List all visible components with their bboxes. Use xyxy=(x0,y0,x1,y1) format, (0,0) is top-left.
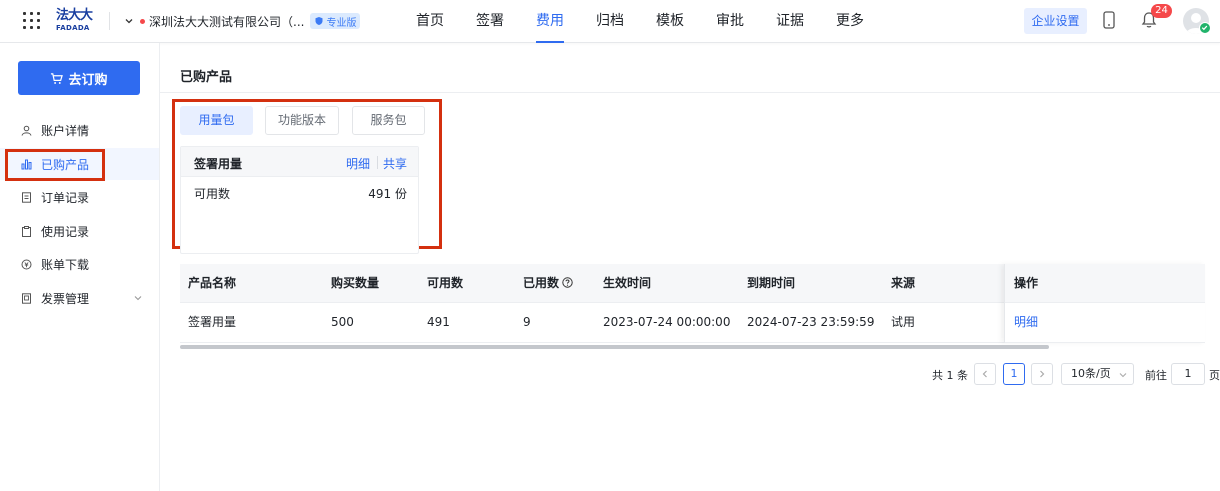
nav-archive[interactable]: 归档 xyxy=(587,0,633,43)
column-header: 操作 xyxy=(1014,276,1039,290)
top-bar: 法大大 FADADA 深圳法大大测试有限公司（... 专业版 首页 签署 费用 … xyxy=(0,0,1220,43)
nav-evidence[interactable]: 证据 xyxy=(767,0,813,43)
go-order-label: 去订购 xyxy=(68,72,108,88)
cell-source: 试用 xyxy=(891,315,916,329)
column-header: 购买数量 xyxy=(331,276,380,290)
logo[interactable]: 法大大 FADADA xyxy=(56,9,96,33)
sidebar-item-purchased[interactable]: 已购产品 xyxy=(0,148,159,180)
sidebar-item-label: 使用记录 xyxy=(41,224,90,239)
nav-sign[interactable]: 签署 xyxy=(467,0,513,43)
sidebar: 去订购 账户详情 已购产品 订单记录 使用记录 账单下载 发票管理 xyxy=(0,43,160,491)
cell-end-time: 2024-07-23 23:59:59 xyxy=(747,315,875,329)
sidebar-item-label: 发票管理 xyxy=(41,291,90,306)
actions-header-bg: 操作 xyxy=(1005,264,1205,303)
page-size-value: 10条/页 xyxy=(1071,367,1111,380)
nav-templates[interactable]: 模板 xyxy=(647,0,693,43)
horizontal-scrollbar[interactable] xyxy=(180,345,1049,349)
company-switcher[interactable]: 深圳法大大测试有限公司（... 专业版 xyxy=(124,12,361,30)
main-nav: 首页 签署 费用 归档 模板 审批 证据 更多 xyxy=(407,0,887,43)
actions-column: 操作 明细 xyxy=(1004,264,1205,343)
mobile-phone-icon[interactable] xyxy=(1103,11,1115,29)
row-detail-link[interactable]: 明细 xyxy=(1014,303,1038,342)
cell-product-name: 签署用量 xyxy=(188,315,237,329)
title-divider xyxy=(160,92,1220,93)
prev-page-button[interactable] xyxy=(974,363,996,385)
usage-card-title: 签署用量 xyxy=(194,157,243,171)
usage-card: 签署用量 明细 共享 可用数 491 份 xyxy=(180,146,419,254)
enterprise-settings-button[interactable]: 企业设置 xyxy=(1024,8,1087,34)
page-title: 已购产品 xyxy=(180,70,233,85)
cell-available: 491 xyxy=(427,315,450,329)
page-size-select[interactable]: 10条/页 xyxy=(1061,363,1134,385)
sidebar-item-invoices[interactable]: 发票管理 xyxy=(0,282,159,314)
document-icon xyxy=(22,191,31,203)
sidebar-item-orders[interactable]: 订单记录 xyxy=(0,181,159,213)
column-header: 产品名称 xyxy=(188,276,237,290)
invoice-icon xyxy=(22,292,31,304)
nav-fees[interactable]: 费用 xyxy=(527,0,573,43)
page-unit-label: 页 xyxy=(1209,369,1220,382)
column-header: 生效时间 xyxy=(603,276,652,290)
usage-card-row: 可用数 491 份 xyxy=(194,185,407,202)
cart-icon xyxy=(51,72,64,84)
logo-en: FADADA xyxy=(56,24,90,32)
nav-more[interactable]: 更多 xyxy=(827,0,873,43)
tab-usage-pack[interactable]: 用量包 xyxy=(180,106,253,135)
clipboard-icon xyxy=(22,225,31,237)
available-value: 491 份 xyxy=(368,187,407,201)
sidebar-item-usage[interactable]: 使用记录 xyxy=(0,215,159,247)
column-header: 已用数 xyxy=(523,264,573,303)
logo-cn: 法大大 xyxy=(56,8,93,23)
link-separator xyxy=(377,156,378,169)
notification-badge: 24 xyxy=(1151,4,1172,18)
chevron-down-icon xyxy=(1119,373,1127,378)
verified-check-icon xyxy=(1199,22,1211,34)
sidebar-item-bills[interactable]: 账单下载 xyxy=(0,248,159,280)
go-order-button[interactable]: 去订购 xyxy=(18,61,140,95)
available-label: 可用数 xyxy=(194,187,231,201)
tab-feature-version[interactable]: 功能版本 xyxy=(265,106,339,135)
actions-cell-bg: 明细 xyxy=(1005,303,1205,343)
chevron-right-icon xyxy=(1040,370,1045,378)
shield-icon xyxy=(315,17,323,25)
total-count: 共 1 条 xyxy=(932,369,968,382)
usage-card-header: 签署用量 明细 共享 xyxy=(181,147,418,177)
chevron-left-icon xyxy=(982,370,987,378)
sidebar-item-label: 账单下载 xyxy=(41,257,90,272)
user-icon xyxy=(21,125,32,136)
products-table: 产品名称 购买数量 可用数 已用数 生效时间 到期时间 来源 签署用量 500 … xyxy=(180,264,1205,346)
help-circle-icon[interactable] xyxy=(562,277,573,288)
card-detail-link[interactable]: 明细 xyxy=(346,155,370,172)
column-header: 到期时间 xyxy=(747,276,796,290)
bill-icon xyxy=(21,259,32,269)
app-grid-icon[interactable] xyxy=(23,12,40,29)
column-header-label: 已用数 xyxy=(523,276,560,290)
status-dot xyxy=(140,18,145,24)
column-header: 来源 xyxy=(891,276,916,290)
divider xyxy=(109,12,110,30)
goto-page-input[interactable]: 1 xyxy=(1171,363,1205,385)
goto-label: 前往 xyxy=(1145,369,1167,382)
nav-home[interactable]: 首页 xyxy=(407,0,453,43)
sidebar-item-label: 订单记录 xyxy=(41,190,90,205)
next-page-button[interactable] xyxy=(1031,363,1053,385)
chevron-down-icon xyxy=(134,296,142,301)
tab-service-pack[interactable]: 服务包 xyxy=(352,106,425,135)
edition-badge-label: 专业版 xyxy=(326,17,357,29)
company-name: 深圳法大大测试有限公司（... xyxy=(149,14,305,29)
chevron-down-icon xyxy=(125,19,133,24)
sidebar-item-label: 账户详情 xyxy=(41,123,90,138)
column-header: 可用数 xyxy=(427,276,464,290)
sidebar-item-label: 已购产品 xyxy=(41,157,90,172)
bar-chart-icon xyxy=(21,159,32,169)
nav-approval[interactable]: 审批 xyxy=(707,0,753,43)
cell-used: 9 xyxy=(523,315,531,329)
page-button-current[interactable]: 1 xyxy=(1003,363,1025,385)
card-share-link[interactable]: 共享 xyxy=(383,155,407,172)
sidebar-item-account[interactable]: 账户详情 xyxy=(0,114,159,146)
cell-purchased: 500 xyxy=(331,315,354,329)
edition-badge: 专业版 xyxy=(310,13,361,29)
cell-start-time: 2023-07-24 00:00:00 xyxy=(603,315,731,329)
